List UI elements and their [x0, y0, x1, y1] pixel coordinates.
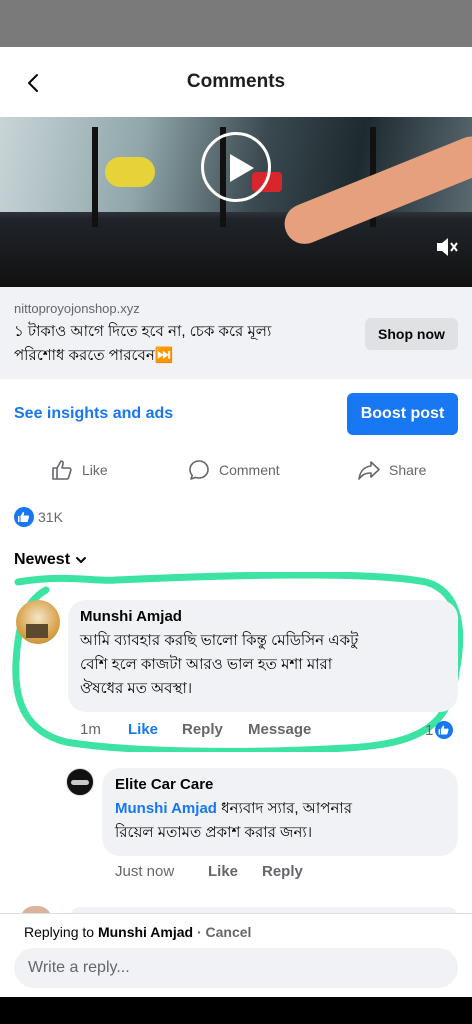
replying-to-label: Replying to Munshi Amjad · Cancel: [24, 924, 252, 940]
commenter-avatar[interactable]: [16, 600, 60, 644]
comment-message-button[interactable]: Message: [248, 721, 311, 738]
comment-time: 1m: [80, 721, 101, 738]
post-actions: Like Comment Share: [0, 452, 472, 488]
share-icon: [358, 461, 380, 480]
reactions-summary[interactable]: 31K: [14, 507, 63, 527]
like-reaction-icon: [435, 721, 454, 739]
comment-action-button[interactable]: Comment: [187, 457, 280, 483]
ad-domain[interactable]: nittoproyojonshop.xyz: [14, 301, 140, 316]
reply-composer: Replying to Munshi Amjad · Cancel: [0, 913, 472, 997]
comment-author[interactable]: Munshi Amjad: [80, 608, 182, 625]
comment-like-count[interactable]: 1: [425, 721, 454, 739]
reply-reply-button[interactable]: Reply: [262, 863, 303, 880]
thumbs-up-icon: [52, 460, 72, 480]
chevron-down-icon: [76, 557, 87, 563]
system-nav-bar: [0, 997, 472, 1024]
reply-like-button[interactable]: Like: [208, 863, 238, 880]
boost-post-button[interactable]: Boost post: [347, 393, 458, 435]
status-bar: [0, 0, 472, 47]
comment-text: আমি ব্যাবহার করছি ভালো কিন্তু মেডিসিন এক…: [80, 632, 359, 697]
ad-text: ১ টাকাও আগে দিতে হবে না, চেক করে মূল্য প…: [14, 323, 272, 364]
page-title: Comments: [186, 71, 286, 92]
like-action-button[interactable]: Like: [50, 457, 108, 483]
mute-icon[interactable]: [434, 234, 460, 260]
reaction-count: 31K: [38, 509, 63, 525]
header: Comments: [0, 47, 472, 117]
share-action-button[interactable]: Share: [357, 457, 426, 483]
see-insights-link[interactable]: See insights and ads: [14, 405, 173, 423]
reply-author[interactable]: Elite Car Care: [115, 776, 213, 793]
comment-icon: [189, 460, 209, 480]
comment-like-button[interactable]: Like: [128, 721, 158, 738]
like-reaction-icon: [14, 507, 34, 527]
play-button[interactable]: [201, 132, 271, 202]
reply-text: Munshi Amjad ধন্যবাদ স্যার, আপনার রিয়েল…: [115, 800, 353, 841]
cancel-reply-button[interactable]: · Cancel: [193, 924, 251, 940]
ad-video[interactable]: [0, 117, 472, 287]
reply-mention[interactable]: Munshi Amjad: [115, 800, 217, 817]
reply-input[interactable]: [14, 948, 458, 988]
reply-time: Just now: [115, 863, 175, 880]
sort-dropdown[interactable]: Newest: [14, 551, 88, 569]
ad-info: nittoproyojonshop.xyz ১ টাকাও আগে দিতে হ…: [0, 287, 472, 379]
replier-avatar[interactable]: [66, 768, 94, 796]
shop-now-button[interactable]: Shop now: [365, 318, 458, 350]
comment-reply-button[interactable]: Reply: [182, 721, 223, 738]
play-icon: [230, 154, 254, 182]
